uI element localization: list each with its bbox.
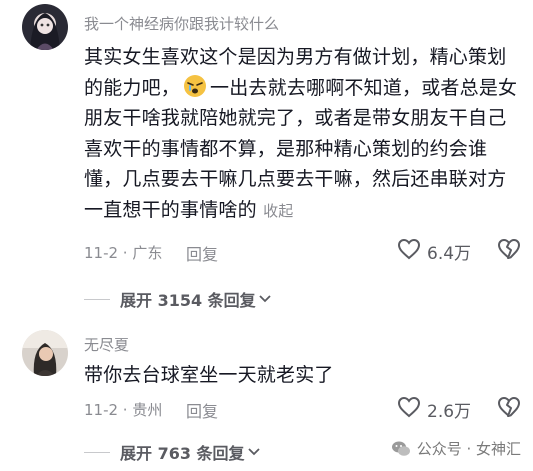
like-button[interactable]: 6.4万 [397,238,471,264]
comment-text: 其实女生喜欢这个是因为男方有做计划，精心策划的能力吧， 一出去就去哪啊不知道，或者… [84,42,524,227]
crying-face-emoji-icon [183,74,207,98]
like-count: 6.4万 [427,243,472,264]
watermark-text: 公众号 · 女神汇 [416,440,521,458]
watermark: 公众号 · 女神汇 [391,438,521,459]
expand-replies[interactable]: 展开 763 条回复 [84,440,260,464]
broken-heart-icon [498,396,521,417]
heart-icon [397,238,421,264]
wechat-icon [391,440,411,458]
expand-replies[interactable]: 展开 3154 条回复 [84,287,271,311]
broken-heart-icon [498,238,521,259]
divider [84,298,110,300]
chevron-down-icon [259,295,271,303]
like-button[interactable]: 2.6万 [397,396,471,422]
dislike-button[interactable] [497,396,521,422]
dislike-button[interactable] [497,238,521,264]
divider [84,451,110,453]
like-count: 2.6万 [427,401,472,422]
reply-button[interactable]: 回复 [186,241,218,265]
chevron-down-icon [247,448,260,456]
username[interactable]: 我一个神经病你跟我计较什么 [84,13,279,34]
date-location: 11-2 · 广东 [84,244,163,262]
collapse-link[interactable]: 收起 [263,202,293,220]
comment-text: 带你去台球室坐一天就老实了 [84,364,334,386]
date-location: 11-2 · 贵州 [84,401,163,419]
reply-button[interactable]: 回复 [186,398,218,422]
expand-replies-label: 展开 763 条回复 [120,444,245,463]
username[interactable]: 无尽夏 [84,334,129,355]
avatar[interactable] [22,4,68,50]
heart-icon [397,396,421,422]
avatar[interactable] [22,330,68,376]
expand-replies-label: 展开 3154 条回复 [120,291,256,310]
